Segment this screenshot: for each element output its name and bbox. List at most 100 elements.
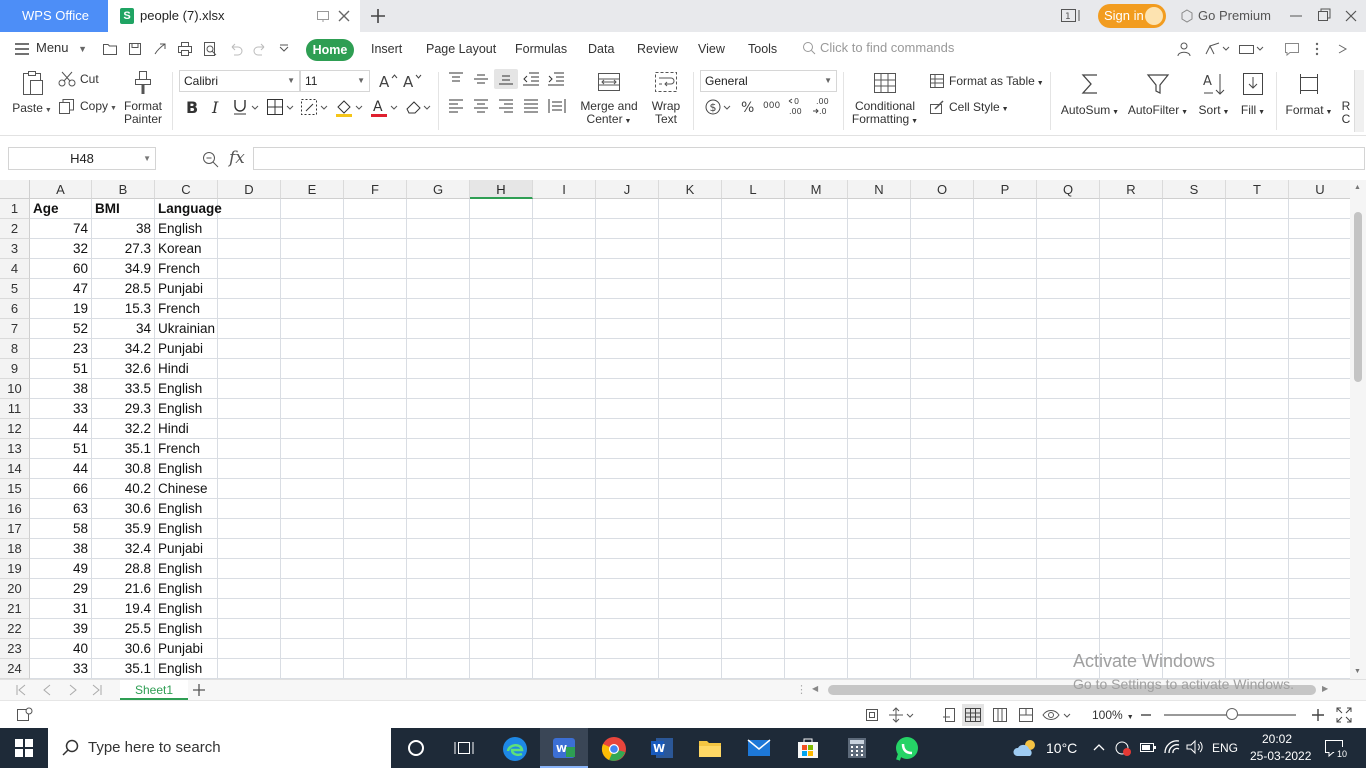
close-tab-icon[interactable] — [336, 8, 352, 24]
align-bottom-icon[interactable] — [494, 69, 518, 89]
empty-cell[interactable] — [659, 339, 722, 359]
empty-cell[interactable] — [218, 219, 281, 239]
empty-cell[interactable] — [596, 259, 659, 279]
empty-cell[interactable] — [911, 619, 974, 639]
empty-cell[interactable] — [785, 299, 848, 319]
empty-cell[interactable] — [218, 479, 281, 499]
row-header[interactable]: 2 — [0, 219, 30, 239]
row-header[interactable]: 12 — [0, 419, 30, 439]
table-cell[interactable]: 15.3 — [92, 299, 155, 319]
table-cell[interactable]: 33 — [30, 399, 92, 419]
empty-cell[interactable] — [1163, 479, 1226, 499]
scroll-down-icon[interactable]: ▼ — [1354, 668, 1361, 675]
table-cell[interactable]: 23 — [30, 339, 92, 359]
empty-cell[interactable] — [785, 199, 848, 219]
empty-cell[interactable] — [1037, 579, 1100, 599]
first-sheet-icon[interactable] — [14, 682, 28, 698]
empty-cell[interactable] — [407, 399, 470, 419]
zoom-out-icon[interactable] — [1140, 707, 1152, 723]
empty-cell[interactable] — [659, 299, 722, 319]
row-header[interactable]: 14 — [0, 459, 30, 479]
empty-cell[interactable] — [785, 539, 848, 559]
column-header[interactable]: C — [155, 180, 218, 199]
empty-cell[interactable] — [533, 339, 596, 359]
empty-cell[interactable] — [848, 639, 911, 659]
empty-cell[interactable] — [974, 639, 1037, 659]
formula-input[interactable] — [253, 147, 1365, 170]
empty-cell[interactable] — [596, 599, 659, 619]
empty-cell[interactable] — [1289, 319, 1350, 339]
empty-cell[interactable] — [533, 439, 596, 459]
clear-format-icon[interactable] — [404, 98, 432, 116]
borders-icon[interactable] — [266, 98, 296, 116]
empty-cell[interactable] — [659, 259, 722, 279]
empty-cell[interactable] — [218, 259, 281, 279]
row-header[interactable]: 8 — [0, 339, 30, 359]
empty-cell[interactable] — [218, 639, 281, 659]
input-language[interactable]: ENG — [1212, 741, 1238, 755]
table-cell[interactable]: 51 — [30, 439, 92, 459]
share-icon[interactable] — [1204, 41, 1230, 57]
chrome-app[interactable] — [589, 728, 637, 768]
empty-cell[interactable] — [1289, 279, 1350, 299]
empty-cell[interactable] — [1163, 339, 1226, 359]
edge-app[interactable] — [491, 728, 539, 768]
column-header[interactable]: E — [281, 180, 344, 199]
empty-cell[interactable] — [344, 299, 407, 319]
empty-cell[interactable] — [1226, 439, 1289, 459]
empty-cell[interactable] — [1037, 459, 1100, 479]
empty-cell[interactable] — [218, 519, 281, 539]
empty-cell[interactable] — [470, 399, 533, 419]
empty-cell[interactable] — [785, 339, 848, 359]
empty-cell[interactable] — [848, 299, 911, 319]
empty-cell[interactable] — [974, 499, 1037, 519]
empty-cell[interactable] — [848, 659, 911, 679]
empty-cell[interactable] — [596, 339, 659, 359]
empty-cell[interactable] — [974, 379, 1037, 399]
show-hidden-icons-icon[interactable] — [1092, 741, 1106, 753]
empty-cell[interactable] — [659, 399, 722, 419]
table-cell[interactable]: 44 — [30, 419, 92, 439]
empty-cell[interactable] — [281, 579, 344, 599]
empty-cell[interactable] — [470, 499, 533, 519]
empty-cell[interactable] — [1289, 579, 1350, 599]
align-center-icon[interactable] — [473, 99, 489, 113]
empty-cell[interactable] — [470, 639, 533, 659]
empty-cell[interactable] — [911, 319, 974, 339]
empty-cell[interactable] — [848, 559, 911, 579]
column-header[interactable]: M — [785, 180, 848, 199]
row-header[interactable]: 1 — [0, 199, 30, 219]
weather-temperature[interactable]: 10°C — [1046, 740, 1077, 756]
empty-cell[interactable] — [1163, 599, 1226, 619]
file-tab[interactable]: S people (7).xlsx — [108, 0, 360, 32]
empty-cell[interactable] — [722, 239, 785, 259]
cut-button[interactable]: Cut — [58, 71, 99, 87]
empty-cell[interactable] — [848, 339, 911, 359]
empty-cell[interactable] — [722, 519, 785, 539]
zoom-in-icon[interactable] — [1311, 707, 1325, 723]
fill-color-icon[interactable] — [335, 98, 365, 118]
empty-cell[interactable] — [1289, 599, 1350, 619]
format-painter-button[interactable]: Format Painter — [120, 70, 166, 126]
empty-cell[interactable] — [785, 659, 848, 679]
empty-cell[interactable] — [1100, 539, 1163, 559]
empty-cell[interactable] — [1226, 239, 1289, 259]
row-header[interactable]: 19 — [0, 559, 30, 579]
empty-cell[interactable] — [911, 479, 974, 499]
empty-cell[interactable] — [1037, 559, 1100, 579]
empty-cell[interactable] — [218, 659, 281, 679]
empty-cell[interactable] — [596, 199, 659, 219]
empty-cell[interactable] — [848, 439, 911, 459]
task-view-icon[interactable] — [454, 739, 474, 757]
paste-button[interactable]: Paste ▼ — [12, 70, 52, 117]
empty-cell[interactable] — [974, 479, 1037, 499]
empty-cell[interactable] — [1289, 439, 1350, 459]
table-cell[interactable]: 38 — [30, 539, 92, 559]
empty-cell[interactable] — [407, 659, 470, 679]
table-cell[interactable]: French — [155, 259, 218, 279]
autosum-button[interactable]: AutoSum ▼ — [1060, 72, 1120, 119]
table-cell[interactable]: 30.6 — [92, 639, 155, 659]
empty-cell[interactable] — [596, 299, 659, 319]
empty-cell[interactable] — [596, 359, 659, 379]
empty-cell[interactable] — [785, 599, 848, 619]
